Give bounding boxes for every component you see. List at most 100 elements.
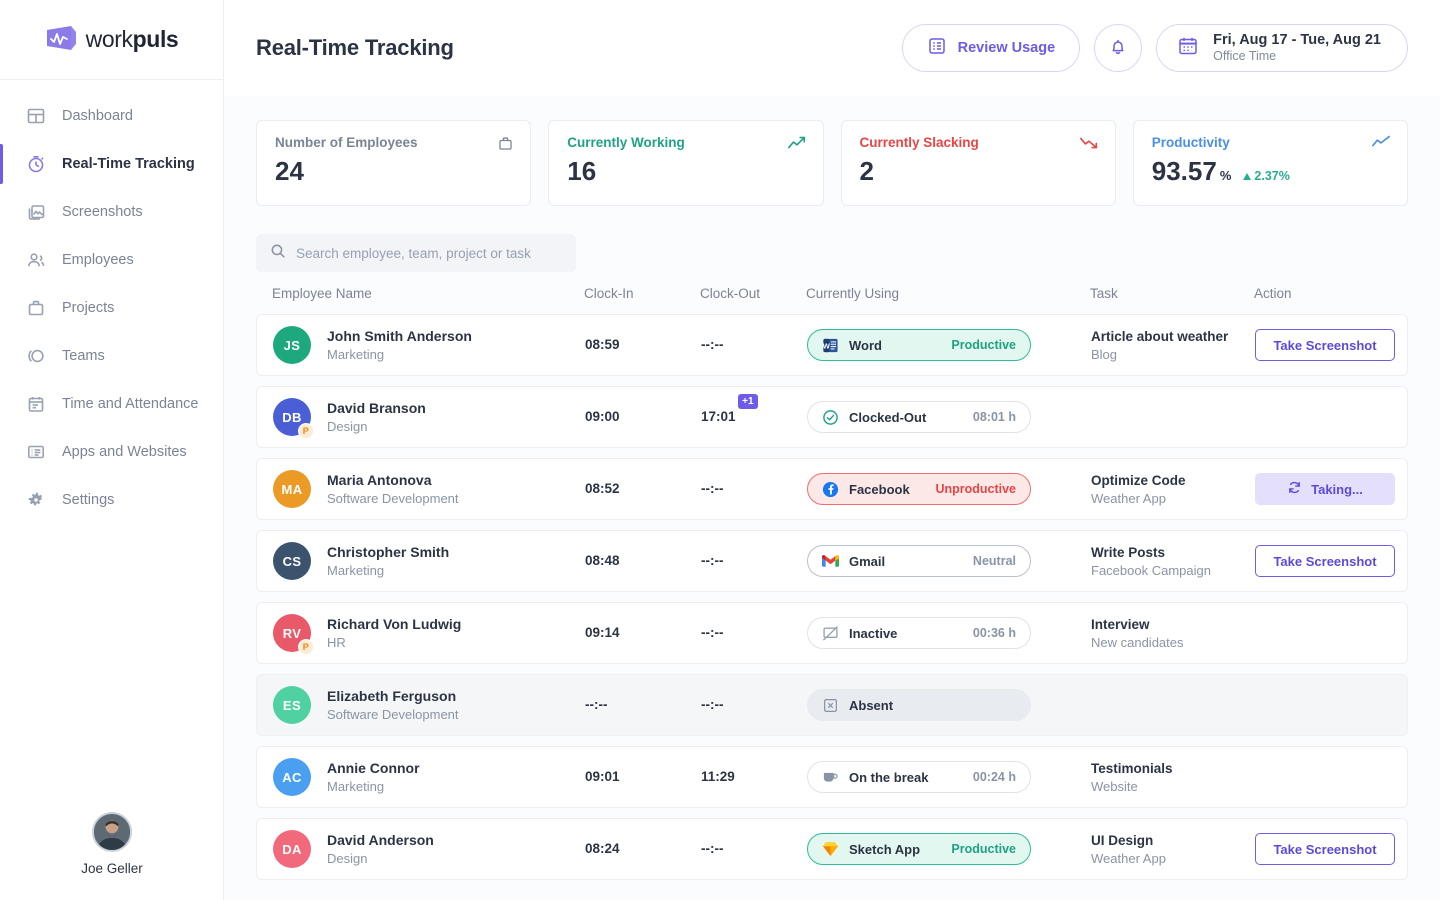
status-value: 08:01 h bbox=[973, 410, 1016, 424]
sidebar-user-name: Joe Geller bbox=[81, 861, 143, 876]
clock-in-value: 09:01 bbox=[585, 769, 620, 784]
table-row[interactable]: CSChristopher SmithMarketing08:48--:--Gm… bbox=[256, 530, 1408, 592]
taking-screenshot-button[interactable]: Taking... bbox=[1255, 473, 1395, 505]
stat-delta-label: 2.37% bbox=[1254, 169, 1289, 183]
clock-out-value: --:-- bbox=[701, 697, 723, 712]
status-label: Word bbox=[849, 338, 941, 353]
status-pill: Clocked-Out08:01 h bbox=[807, 401, 1031, 433]
sidebar-item-label: Real-Time Tracking bbox=[62, 156, 195, 172]
employee-team: Software Development bbox=[327, 707, 459, 722]
clock-out-value: --:-- bbox=[701, 553, 723, 568]
employee-name: Elizabeth Ferguson bbox=[327, 688, 459, 704]
employee-team: Design bbox=[327, 851, 434, 866]
cell-employee: ACAnnie ConnorMarketing bbox=[273, 758, 585, 796]
sidebar-item-screenshots[interactable]: Screenshots bbox=[0, 188, 223, 236]
cell-currently-using: Clocked-Out08:01 h bbox=[807, 401, 1091, 433]
status-pill: WWordProductive bbox=[807, 329, 1031, 361]
sidebar-item-label: Settings bbox=[62, 492, 114, 508]
cell-employee: RVPRichard Von LudwigHR bbox=[273, 614, 585, 652]
sidebar-item-projects[interactable]: Projects bbox=[0, 284, 223, 332]
stat-card-currently-slacking: Currently Slacking 2 bbox=[841, 120, 1116, 206]
sidebar-item-apps-and-websites[interactable]: Apps and Websites bbox=[0, 428, 223, 476]
take-screenshot-button[interactable]: Take Screenshot bbox=[1255, 833, 1395, 865]
table-row[interactable]: ACAnnie ConnorMarketing09:0111:29On the … bbox=[256, 746, 1408, 808]
stat-value: 24 bbox=[275, 156, 512, 187]
dashboard-icon bbox=[24, 104, 48, 128]
sidebar-item-label: Apps and Websites bbox=[62, 444, 187, 460]
stat-value: 16 bbox=[567, 156, 804, 187]
stat-label: Currently Working bbox=[567, 135, 804, 150]
clock-out-value: --:-- bbox=[701, 841, 723, 856]
clock-in-value: 08:59 bbox=[585, 337, 620, 352]
sidebar-item-label: Projects bbox=[62, 300, 114, 316]
briefcase-icon bbox=[497, 135, 514, 157]
column-header-employee-name: Employee Name bbox=[272, 286, 584, 301]
sidebar-item-real-time-tracking[interactable]: Real-Time Tracking bbox=[0, 140, 223, 188]
table-row[interactable]: JSJohn Smith AndersonMarketing08:59 --:--… bbox=[256, 314, 1408, 376]
sidebar-item-dashboard[interactable]: Dashboard bbox=[0, 92, 223, 140]
avatar-app-badge: P bbox=[298, 423, 314, 439]
cell-clock-out: --:-- bbox=[701, 696, 807, 714]
cell-employee: CSChristopher SmithMarketing bbox=[273, 542, 585, 580]
avatar-initials: DA bbox=[273, 830, 311, 868]
table-row[interactable]: MAMaria AntonovaSoftware Development08:5… bbox=[256, 458, 1408, 520]
cell-clock-out: --:-- bbox=[701, 840, 807, 858]
taking-screenshot-label: Taking... bbox=[1311, 482, 1363, 497]
stopwatch-icon bbox=[24, 152, 48, 176]
stat-value: 93.57 bbox=[1152, 156, 1217, 187]
notifications-button[interactable] bbox=[1094, 24, 1142, 72]
clock-in-value: 09:00 bbox=[585, 409, 620, 424]
employee-team: Marketing bbox=[327, 563, 449, 578]
avatar-initials: RVP bbox=[273, 614, 311, 652]
people-icon bbox=[24, 248, 48, 272]
table-row[interactable]: RVPRichard Von LudwigHR09:14--:--Inactiv… bbox=[256, 602, 1408, 664]
sidebar-item-teams[interactable]: Teams bbox=[0, 332, 223, 380]
table-row[interactable]: ESElizabeth FergusonSoftware Development… bbox=[256, 674, 1408, 736]
status-label: Absent bbox=[849, 698, 1016, 713]
refresh-icon bbox=[1287, 480, 1302, 498]
date-range-picker[interactable]: Fri, Aug 17 - Tue, Aug 21 Office Time bbox=[1156, 24, 1408, 72]
sidebar-item-employees[interactable]: Employees bbox=[0, 236, 223, 284]
search-box[interactable] bbox=[256, 234, 576, 272]
task-name: Testimonials bbox=[1091, 761, 1255, 776]
search-row bbox=[224, 206, 1440, 272]
trend-up-icon bbox=[787, 135, 807, 156]
clock-in-value: --:-- bbox=[585, 697, 607, 712]
table-row[interactable]: DADavid AndersonDesign08:24--:--Sketch A… bbox=[256, 818, 1408, 880]
cell-employee: JSJohn Smith AndersonMarketing bbox=[273, 326, 585, 364]
cell-action: Taking... bbox=[1255, 473, 1395, 505]
employee-name: Annie Connor bbox=[327, 760, 420, 776]
facebook-icon bbox=[822, 481, 839, 498]
take-screenshot-button[interactable]: Take Screenshot bbox=[1255, 545, 1395, 577]
cell-task: InterviewNew candidates bbox=[1091, 617, 1255, 650]
employee-name: John Smith Anderson bbox=[327, 328, 472, 344]
logo[interactable]: workpuls bbox=[0, 0, 223, 80]
task-project: New candidates bbox=[1091, 635, 1255, 650]
take-screenshot-button[interactable]: Take Screenshot bbox=[1255, 329, 1395, 361]
cell-clock-in: 09:14 bbox=[585, 624, 701, 642]
cell-clock-in: 09:00 bbox=[585, 408, 701, 426]
clock-in-value: 08:48 bbox=[585, 553, 620, 568]
sidebar-item-label: Time and Attendance bbox=[62, 396, 199, 412]
sidebar-user[interactable]: Joe Geller bbox=[0, 812, 224, 876]
table-row[interactable]: DBPDavid BransonDesign09:0017:01+1Clocke… bbox=[256, 386, 1408, 448]
task-project: Weather App bbox=[1091, 851, 1255, 866]
avatar[interactable] bbox=[92, 812, 132, 852]
cell-employee: ESElizabeth FergusonSoftware Development bbox=[273, 686, 585, 724]
extra-sessions-badge[interactable]: +1 bbox=[738, 394, 757, 409]
svg-text:W: W bbox=[823, 341, 831, 350]
search-icon bbox=[270, 243, 286, 264]
calendar-icon bbox=[24, 392, 48, 416]
stat-label: Currently Slacking bbox=[860, 135, 1097, 150]
sidebar-item-time-and-attendance[interactable]: Time and Attendance bbox=[0, 380, 223, 428]
task-name: Optimize Code bbox=[1091, 473, 1255, 488]
cell-task: Article about weatherBlog bbox=[1091, 329, 1255, 362]
review-usage-button[interactable]: Review Usage bbox=[902, 24, 1081, 72]
cell-currently-using: FacebookUnproductive bbox=[807, 473, 1091, 505]
clock-out-value: --:-- bbox=[701, 337, 723, 352]
coffee-icon bbox=[822, 769, 839, 786]
sidebar-item-settings[interactable]: Settings bbox=[0, 476, 223, 524]
search-input[interactable] bbox=[296, 246, 562, 261]
task-name: UI Design bbox=[1091, 833, 1255, 848]
status-pill: On the break00:24 h bbox=[807, 761, 1031, 793]
